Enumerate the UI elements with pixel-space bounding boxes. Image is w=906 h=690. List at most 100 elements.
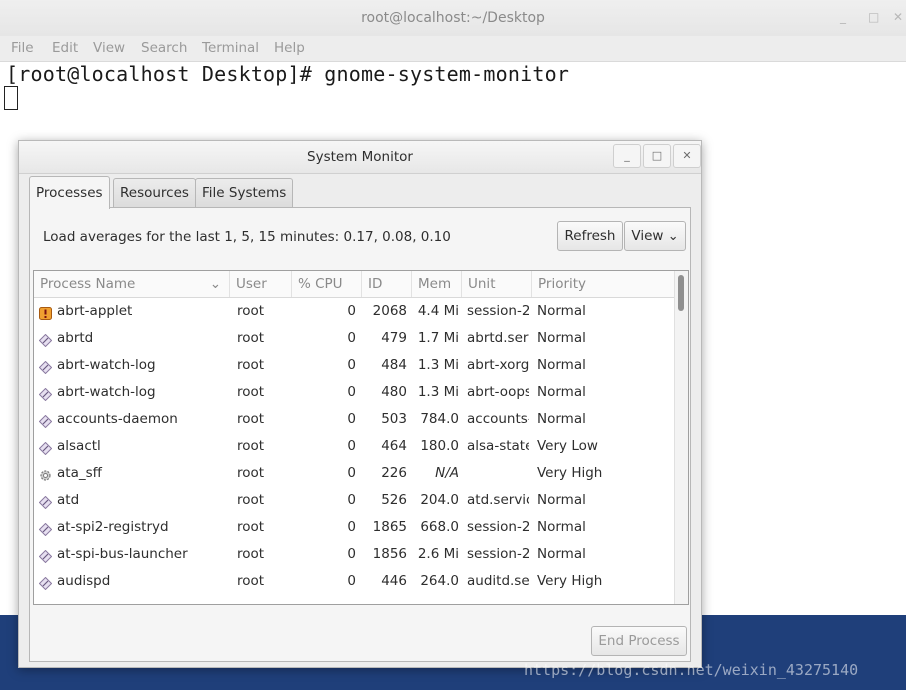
system-monitor-titlebar: System Monitor _ □ ✕ [19,141,701,174]
terminal-close-button[interactable]: ✕ [893,10,903,24]
process-row[interactable]: abrtd root 0 479 1.7 Mi abrtd.serv Normal [34,325,674,352]
terminal-cursor [4,86,18,110]
process-cpu-cell: 0 [347,519,356,535]
sysmon-maximize-button[interactable]: □ [643,144,671,168]
process-id-cell: 526 [381,492,407,508]
process-mem-cell: 204.0 [420,492,459,508]
terminal-maximize-button[interactable]: □ [868,10,879,24]
process-table[interactable]: Process Name ⌄ User % CPU ID Mem Unit Pr… [33,270,689,605]
menu-view[interactable]: View [93,40,125,56]
process-name-cell: at-spi-bus-launcher [57,546,188,562]
process-table-header: Process Name ⌄ User % CPU ID Mem Unit Pr… [34,271,674,298]
process-user-cell: root [237,303,265,319]
process-priority-cell: Normal [537,519,586,535]
process-row[interactable]: at-spi2-registryd root 0 1865 668.0 session-2… [34,514,674,541]
sysmon-minimize-button[interactable]: _ [613,144,641,168]
tab-file-systems[interactable]: File Systems [195,178,294,207]
process-unit-cell: session-2 [467,519,529,535]
process-name-cell: abrtd [57,330,94,346]
process-unit-cell: session-2 [467,303,529,319]
end-process-button[interactable]: End Process [591,626,687,656]
process-row[interactable]: atd root 0 526 204.0 atd.servic Normal [34,487,674,514]
process-mem-cell: 180.0 [420,438,459,454]
column-unit[interactable]: Unit [462,271,532,297]
process-row[interactable]: abrt-applet root 0 2068 4.4 Mi session-2 Norma… [34,298,674,325]
process-name-cell: abrt-watch-log [57,384,156,400]
process-name-cell: at-spi2-registryd [57,519,169,535]
column-process-name[interactable]: Process Name ⌄ [34,271,230,297]
watermark-text: https://blog.csdn.net/weixin_43275140 [524,661,859,679]
process-user-cell: root [237,411,265,427]
menu-help[interactable]: Help [274,40,305,56]
process-icon [38,413,53,429]
process-row[interactable]: alsactl root 0 464 180.0 alsa-state Very Low [34,433,674,460]
tab-processes[interactable]: Processes [29,176,110,209]
process-icon [38,548,53,564]
process-id-cell: 503 [381,411,407,427]
process-unit-cell [467,460,529,487]
process-cpu-cell: 0 [347,438,356,454]
terminal-minimize-button[interactable]: _ [840,10,846,24]
process-unit-cell: auditd.ser [467,573,529,589]
process-user-cell: root [237,546,265,562]
process-mem-cell: 668.0 [420,519,459,535]
terminal-menubar: File Edit View Search Terminal Help [0,36,906,62]
view-menu-button[interactable]: View ⌄ [624,221,686,251]
process-name-cell: ata_sff [57,465,102,481]
process-row[interactable]: abrt-watch-log root 0 480 1.3 Mi abrt-oops Nor… [34,379,674,406]
process-priority-cell: Normal [537,357,586,373]
process-row[interactable]: ata_sff root 0 226 N/A Very High [34,460,674,487]
process-cpu-cell: 0 [347,357,356,373]
menu-search[interactable]: Search [141,40,187,56]
process-icon [38,386,53,402]
process-row[interactable]: at-spi-bus-launcher root 0 1856 2.6 Mi sessio… [34,541,674,568]
process-mem-cell: 784.0 [420,411,459,427]
process-unit-cell: abrt-xorg [467,357,529,373]
alert-process-icon [39,305,52,320]
menu-edit[interactable]: Edit [52,40,78,56]
menu-terminal[interactable]: Terminal [202,40,259,56]
process-icon [38,494,53,510]
process-user-cell: root [237,384,265,400]
sort-chevron-icon: ⌄ [209,276,221,292]
terminal-titlebar: root@localhost:~/Desktop _ □ ✕ [0,0,906,36]
process-name-cell: abrt-applet [57,303,133,319]
process-cpu-cell: 0 [347,573,356,589]
column-user[interactable]: User [230,271,292,297]
process-priority-cell: Normal [537,411,586,427]
process-id-cell: 226 [381,465,407,481]
process-mem-cell: 264.0 [420,573,459,589]
tab-resources[interactable]: Resources [113,178,196,207]
process-priority-cell: Normal [537,384,586,400]
process-mem-cell: N/A [435,465,459,481]
process-priority-cell: Normal [537,492,586,508]
terminal-title: root@localhost:~/Desktop [361,10,545,26]
process-name-cell: audispd [57,573,111,589]
scrollbar-thumb[interactable] [678,275,684,311]
column-cpu[interactable]: % CPU [292,271,362,297]
refresh-button[interactable]: Refresh [557,221,623,251]
process-unit-cell: accounts- [467,411,529,427]
process-table-scrollbar[interactable] [674,271,688,604]
process-row[interactable]: abrt-watch-log root 0 484 1.3 Mi abrt-xorg Nor… [34,352,674,379]
terminal-prompt-line: [root@localhost Desktop]# gnome-system-m… [6,62,570,86]
process-unit-cell: abrt-oops [467,384,529,400]
process-cpu-cell: 0 [347,492,356,508]
column-id[interactable]: ID [362,271,412,297]
process-icon [38,359,53,375]
process-row[interactable]: accounts-daemon root 0 503 784.0 accounts- Nor… [34,406,674,433]
process-id-cell: 1856 [372,546,407,562]
process-row[interactable]: audispd root 0 446 264.0 auditd.ser Very High [34,568,674,595]
process-id-cell: 464 [381,438,407,454]
column-mem[interactable]: Mem [412,271,462,297]
process-id-cell: 446 [381,573,407,589]
column-priority[interactable]: Priority [532,271,674,297]
process-user-cell: root [237,519,265,535]
process-mem-cell: 2.6 Mi [417,546,459,562]
menu-file[interactable]: File [11,40,34,56]
process-priority-cell: Normal [537,330,586,346]
sysmon-close-button[interactable]: ✕ [673,144,701,168]
process-cpu-cell: 0 [347,411,356,427]
process-mem-cell: 1.3 Mi [417,357,459,373]
chevron-down-icon: ⌄ [667,229,679,244]
